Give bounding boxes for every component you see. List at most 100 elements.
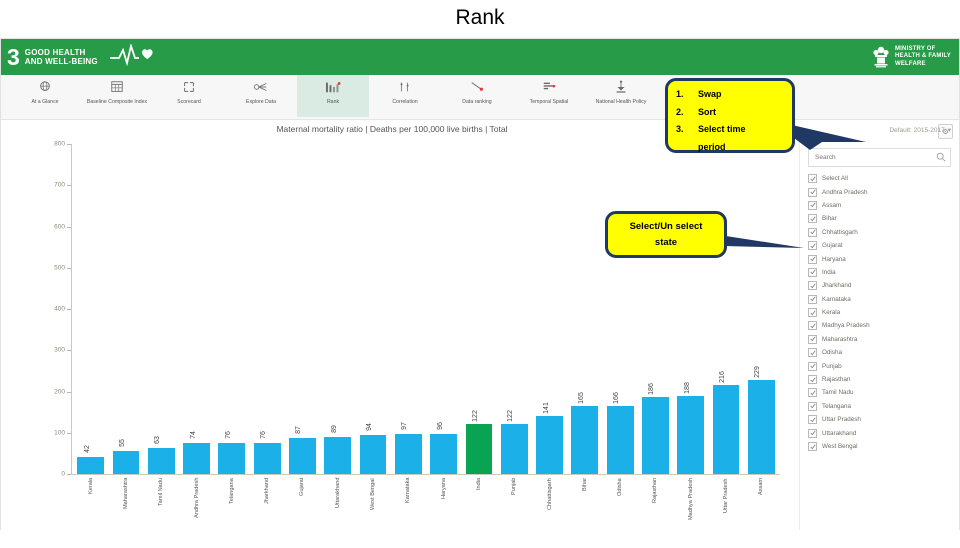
bar-item[interactable]: 188: [673, 144, 708, 474]
toolbar-item-rank[interactable]: Rank: [297, 75, 369, 117]
state-checkbox-row[interactable]: Madhya Pradesh: [808, 319, 951, 332]
bar-item[interactable]: 42: [73, 144, 108, 474]
bar-item[interactable]: 97: [391, 144, 426, 474]
bar[interactable]: 76: [218, 431, 246, 474]
bar[interactable]: 122: [500, 410, 528, 474]
bar[interactable]: 74: [183, 432, 210, 474]
time-period-selector[interactable]: Default: 2015-2017 ▾: [889, 126, 951, 135]
bar-item[interactable]: 89: [320, 144, 355, 474]
bar-item[interactable]: 55: [108, 144, 143, 474]
bar[interactable]: 186: [641, 383, 669, 474]
checkbox-icon[interactable]: [808, 214, 817, 224]
state-checkbox-row[interactable]: Tamil Nadu: [808, 386, 951, 399]
checkbox-icon[interactable]: [808, 348, 817, 358]
checkbox-icon[interactable]: [808, 294, 817, 304]
bar-item[interactable]: 216: [708, 144, 743, 474]
bar-item[interactable]: 76: [249, 144, 284, 474]
state-checkbox-row[interactable]: Chhattisgarh: [808, 226, 951, 239]
bar-item[interactable]: 166: [602, 144, 637, 474]
bar-item[interactable]: 76: [214, 144, 249, 474]
bar[interactable]: 94: [359, 423, 387, 474]
y-axis-tick-label: 400: [54, 305, 65, 313]
state-checkbox-row[interactable]: Karnataka: [808, 293, 951, 306]
toolbar-item-data-ranking[interactable]: Data ranking: [441, 75, 513, 117]
toolbar-item-explore-data[interactable]: Explore Data: [225, 75, 297, 117]
bar-item[interactable]: 96: [426, 144, 461, 474]
checkbox-icon[interactable]: [808, 321, 817, 331]
bar-item[interactable]: 63: [144, 144, 179, 474]
state-checkbox-row[interactable]: Bihar: [808, 212, 951, 225]
checkbox-icon[interactable]: [808, 415, 817, 425]
bar[interactable]: 229: [747, 366, 775, 474]
checkbox-icon[interactable]: [808, 267, 817, 277]
toolbar-item-correlation[interactable]: Correlation: [369, 75, 441, 117]
state-checkbox-row[interactable]: Maharashtra: [808, 333, 951, 346]
state-checkbox-row[interactable]: Gujarat: [808, 239, 951, 252]
callout-action-row: 1. Swap: [676, 86, 786, 104]
bar[interactable]: 96: [430, 423, 458, 474]
checkbox-icon[interactable]: [808, 388, 817, 398]
checkbox-icon[interactable]: [808, 187, 817, 197]
checkbox-icon[interactable]: [808, 254, 817, 264]
bar-item[interactable]: 74: [179, 144, 214, 474]
bar-item[interactable]: 229: [744, 144, 779, 474]
bar[interactable]: 188: [677, 383, 705, 474]
toolbar-item-baseline-composite-index[interactable]: Baseline Composite Index: [81, 75, 153, 117]
checkbox-icon[interactable]: [808, 442, 817, 451]
state-checkbox-row[interactable]: Kerala: [808, 306, 951, 319]
state-checkbox-row[interactable]: Uttar Pradesh: [808, 413, 951, 426]
bar-item[interactable]: 87: [285, 144, 320, 474]
bar[interactable]: 42: [77, 445, 105, 474]
state-checkbox-row[interactable]: Rajasthan: [808, 373, 951, 386]
state-label: Assam: [822, 201, 842, 209]
search-input[interactable]: [813, 153, 927, 162]
state-checkbox-row[interactable]: Jharkhand: [808, 279, 951, 292]
state-checkbox-row[interactable]: Telangana: [808, 400, 951, 413]
state-checkbox-row[interactable]: Haryana: [808, 252, 951, 265]
toolbar-item-scorecard[interactable]: Scorecard: [153, 75, 225, 117]
checkbox-icon[interactable]: [808, 334, 817, 344]
bar-item[interactable]: 141: [532, 144, 567, 474]
toolbar-item-temporal-spatial[interactable]: Temporal Spatial: [513, 75, 585, 117]
bar-item[interactable]: 186: [638, 144, 673, 474]
checkbox-icon[interactable]: [808, 308, 817, 318]
bar[interactable]: 55: [112, 439, 140, 474]
state-label: Madhya Pradesh: [822, 322, 870, 330]
bar-item[interactable]: 165: [567, 144, 602, 474]
checkbox-icon[interactable]: [808, 281, 817, 291]
toolbar-item-at-a-glance[interactable]: At a Glance: [9, 75, 81, 117]
state-checkbox-row[interactable]: Select All: [808, 172, 951, 185]
bar[interactable]: 63: [147, 436, 175, 474]
bar[interactable]: 122: [465, 410, 493, 474]
bar[interactable]: 87: [289, 426, 316, 474]
search-icon[interactable]: [936, 149, 946, 167]
checkbox-icon[interactable]: [808, 401, 817, 411]
bar[interactable]: 89: [324, 425, 352, 474]
bar[interactable]: 216: [712, 371, 740, 474]
state-checkbox-row[interactable]: Assam: [808, 199, 951, 212]
bar-item[interactable]: 122: [461, 144, 496, 474]
checkbox-icon[interactable]: [808, 428, 817, 438]
bar[interactable]: 166: [606, 392, 634, 474]
checkbox-icon[interactable]: [808, 174, 817, 184]
bar[interactable]: 76: [253, 431, 281, 474]
state-checkbox-row[interactable]: Uttarakhand: [808, 426, 951, 439]
toolbar-item-national-health-policy[interactable]: National Health Policy: [585, 75, 657, 117]
state-checkbox-row[interactable]: Odisha: [808, 346, 951, 359]
bar[interactable]: 141: [536, 402, 563, 474]
bar-item[interactable]: 122: [497, 144, 532, 474]
bar-value-label: 186: [648, 383, 656, 396]
bar[interactable]: 165: [571, 392, 599, 474]
state-checkbox-row[interactable]: Andhra Pradesh: [808, 185, 951, 198]
y-axis-tick-label: 0: [61, 470, 65, 478]
checkbox-icon[interactable]: [808, 375, 817, 385]
state-checkbox-row[interactable]: India: [808, 266, 951, 279]
bar[interactable]: 97: [394, 422, 422, 474]
checkbox-icon[interactable]: [808, 361, 817, 371]
bar-item[interactable]: 94: [355, 144, 390, 474]
scorecard-icon: [182, 78, 196, 96]
checkbox-icon[interactable]: [808, 200, 817, 210]
state-checkbox-row[interactable]: West Bengal: [808, 440, 951, 453]
table-icon: [110, 78, 124, 96]
state-checkbox-row[interactable]: Punjab: [808, 359, 951, 372]
